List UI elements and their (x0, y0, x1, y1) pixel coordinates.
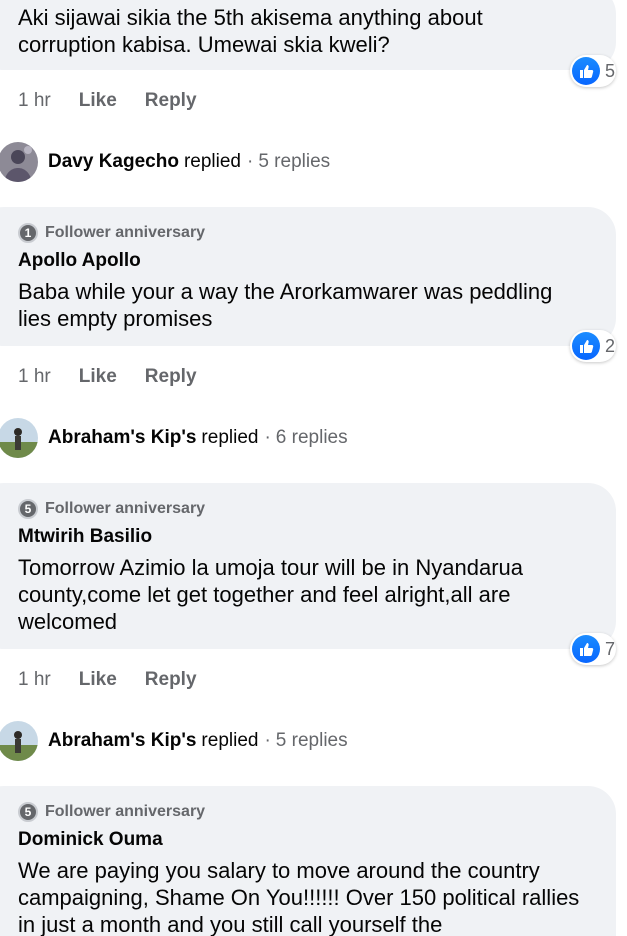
thumbs-up-icon (572, 57, 600, 85)
comment-text: Baba while your a way the Arorkamwarer w… (18, 279, 553, 331)
follower-badge: 1 Follower anniversary (18, 222, 592, 244)
timestamp[interactable]: 1 hr (18, 366, 51, 388)
comment-actions: 1 hr Like Reply (18, 365, 197, 389)
replier-name[interactable]: Abraham's Kip's (48, 427, 196, 449)
replied-label: replied (201, 730, 259, 751)
reply-button[interactable]: Reply (145, 366, 197, 388)
badge-label: Follower anniversary (45, 224, 206, 241)
avatar[interactable] (0, 418, 38, 458)
comment-text: We are paying you salary to move around … (18, 858, 580, 936)
follower-anniversary-badge-icon: 1 (18, 223, 38, 243)
reply-count[interactable]: 5 replies (258, 151, 330, 173)
separator: · (247, 151, 254, 172)
comment-bubble-2: 1 Follower anniversary Apollo Apollo Bab… (0, 207, 616, 346)
follower-anniversary-badge-icon: 5 (18, 802, 38, 822)
follower-anniversary-badge-icon: 5 (18, 499, 38, 519)
separator: · (264, 730, 271, 751)
comment-text: Tomorrow Azimio la umoja tour will be in… (18, 555, 523, 634)
reply-count[interactable]: 6 replies (276, 427, 348, 449)
badge-label: Follower anniversary (45, 803, 206, 820)
like-count: 2 (605, 335, 616, 356)
comment-actions: 1 hr Like Reply (18, 668, 197, 692)
comment-bubble-3: 5 Follower anniversary Mtwirih Basilio T… (0, 483, 616, 649)
separator: · (264, 427, 271, 448)
comment-actions: 1 hr Like Reply (18, 89, 197, 113)
follower-badge: 5 Follower anniversary (18, 801, 592, 823)
like-button[interactable]: Like (79, 669, 117, 691)
like-button[interactable]: Like (79, 90, 117, 112)
timestamp[interactable]: 1 hr (18, 90, 51, 112)
avatar[interactable] (0, 142, 38, 182)
replier-name[interactable]: Abraham's Kip's (48, 730, 196, 752)
reply-button[interactable]: Reply (145, 90, 197, 112)
thumbs-up-icon (572, 332, 600, 360)
view-replies-link[interactable]: Davy Kagecho replied · 5 replies (0, 142, 330, 182)
view-replies-link[interactable]: Abraham's Kip's replied · 6 replies (0, 418, 348, 458)
replier-name[interactable]: Davy Kagecho (48, 151, 179, 173)
reaction-count-badge[interactable]: 5 (570, 55, 616, 87)
reaction-count-badge[interactable]: 7 (570, 633, 616, 665)
reaction-count-badge[interactable]: 2 (570, 330, 616, 362)
thumbs-up-icon (572, 635, 600, 663)
timestamp[interactable]: 1 hr (18, 669, 51, 691)
comment-author[interactable]: Mtwirih Basilio (18, 526, 592, 548)
replied-label: replied (201, 427, 259, 448)
comment-bubble-1: Aki sijawai sikia the 5th akisema anythi… (0, 0, 616, 70)
view-replies-link[interactable]: Abraham's Kip's replied · 5 replies (0, 721, 348, 761)
avatar[interactable] (0, 721, 38, 761)
like-count: 5 (605, 60, 616, 81)
comment-bubble-4: 5 Follower anniversary Dominick Ouma We … (0, 786, 616, 936)
reply-button[interactable]: Reply (145, 669, 197, 691)
badge-label: Follower anniversary (45, 500, 206, 517)
reply-count[interactable]: 5 replies (276, 730, 348, 752)
like-count: 7 (605, 638, 616, 659)
comment-author[interactable]: Apollo Apollo (18, 250, 592, 272)
comment-text: Aki sijawai sikia the 5th akisema anythi… (18, 5, 483, 57)
like-button[interactable]: Like (79, 366, 117, 388)
follower-badge: 5 Follower anniversary (18, 498, 592, 520)
replied-label: replied (183, 151, 241, 172)
comment-author[interactable]: Dominick Ouma (18, 829, 592, 851)
